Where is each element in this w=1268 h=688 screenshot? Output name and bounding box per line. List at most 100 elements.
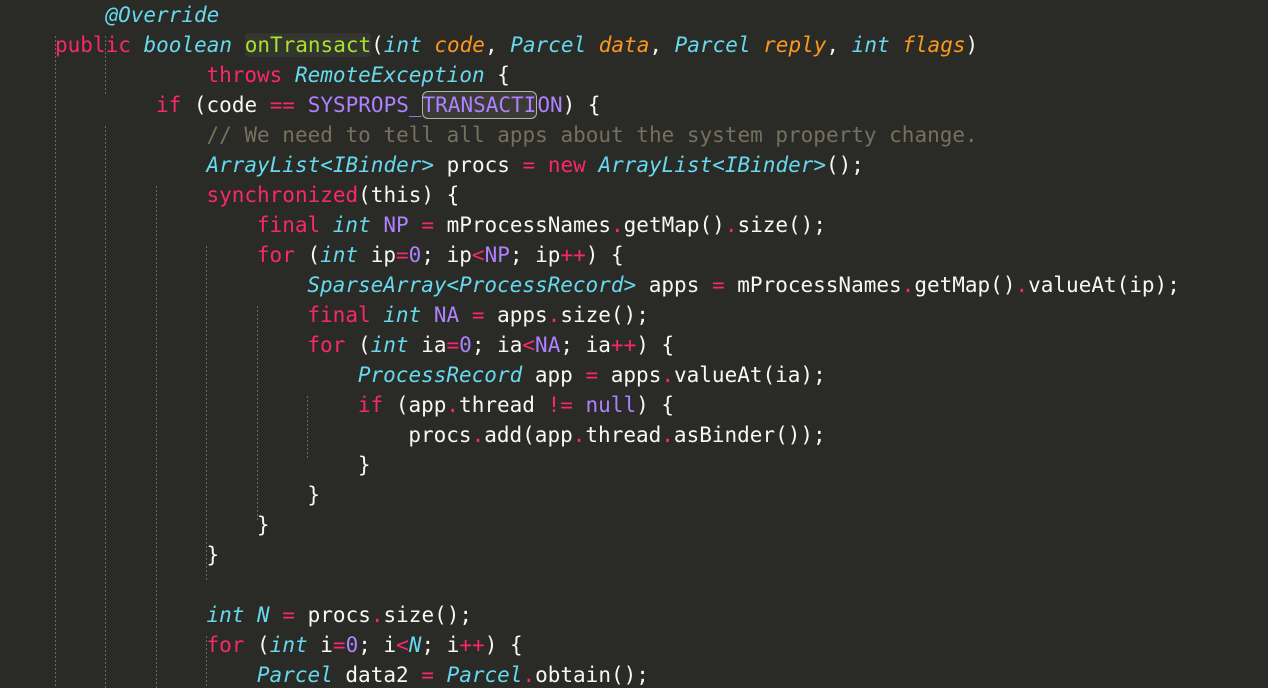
code-token: for	[307, 333, 346, 357]
code-token: =	[282, 603, 295, 627]
code-token: RemoteException	[294, 63, 485, 87]
code-line[interactable]: }	[0, 480, 1268, 510]
code-token: 0	[345, 633, 359, 657]
code-token: .	[1015, 273, 1029, 297]
code-token: procs	[408, 423, 472, 447]
code-token: size();	[737, 213, 826, 237]
code-token: apps	[636, 273, 712, 297]
code-line[interactable]: synchronized(this) {	[0, 180, 1268, 210]
code-token: public	[55, 33, 131, 57]
code-token: <	[471, 243, 485, 267]
code-token: int	[383, 33, 422, 57]
code-token: ; i	[358, 633, 397, 657]
highlighted-symbol[interactable]: onTransact	[244, 33, 372, 57]
code-line[interactable]: if (app.thread != null) {	[0, 390, 1268, 420]
code-token: Parcel	[446, 663, 523, 687]
code-token: ; ia	[560, 333, 611, 357]
code-line[interactable]: if (code == SYSPROPS_TRANSACTION) {	[0, 90, 1268, 120]
code-token: getMap()	[914, 273, 1016, 297]
code-token: ) {	[636, 333, 675, 357]
code-line[interactable]: procs.add(app.thread.asBinder());	[0, 420, 1268, 450]
code-line[interactable]: ArrayList<IBinder> procs = new ArrayList…	[0, 150, 1268, 180]
code-token: (	[294, 243, 321, 267]
code-token: ,	[649, 33, 675, 57]
code-token: 0	[408, 243, 422, 267]
code-token: {	[484, 63, 510, 87]
code-token: valueAt(ip);	[1028, 273, 1180, 297]
code-line[interactable]: for (int i=0; i<N; i++) {	[0, 630, 1268, 660]
code-token: ++	[560, 243, 586, 267]
code-token: =	[421, 663, 434, 687]
code-line[interactable]: final int NA = apps.size();	[0, 300, 1268, 330]
code-token: synchronized	[206, 183, 359, 207]
code-token: }	[357, 453, 371, 477]
code-line[interactable]	[0, 570, 1268, 600]
code-line[interactable]: }	[0, 540, 1268, 570]
code-token: mProcessNames	[724, 273, 902, 297]
code-line[interactable]: }	[0, 450, 1268, 480]
code-token: N	[408, 633, 422, 657]
code-line[interactable]: ProcessRecord app = apps.valueAt(ia);	[0, 360, 1268, 390]
code-line[interactable]: throws RemoteException {	[0, 60, 1268, 90]
code-token: apps	[484, 303, 548, 327]
code-token: ) {	[585, 243, 624, 267]
code-token: .	[446, 393, 460, 417]
code-token: ++	[459, 633, 485, 657]
code-token: =	[711, 273, 725, 297]
code-token: }	[256, 513, 270, 537]
code-token: NP	[383, 213, 409, 237]
code-line[interactable]: int N = procs.size();	[0, 600, 1268, 630]
code-token: =	[471, 303, 485, 327]
code-token: =	[396, 243, 409, 267]
selected-token[interactable]: TRANSACTI	[421, 91, 538, 119]
code-token: .	[522, 663, 536, 687]
code-token: code	[434, 33, 485, 57]
code-token: ,	[826, 33, 852, 57]
code-line[interactable]: final int NP = mProcessNames.getMap().si…	[0, 210, 1268, 240]
code-token: <	[522, 333, 536, 357]
code-token: )	[965, 33, 979, 57]
code-token: NA	[535, 333, 561, 357]
code-editor[interactable]: @Override public boolean onTransact(int c…	[0, 0, 1268, 688]
code-token: NP	[484, 243, 510, 267]
code-token: (app	[383, 393, 447, 417]
code-token: NA	[433, 303, 460, 327]
code-token: new	[547, 153, 586, 177]
code-line[interactable]: @Override	[0, 0, 1268, 30]
code-line[interactable]: // We need to tell all apps about the sy…	[0, 120, 1268, 150]
code-token: =	[332, 633, 346, 657]
code-token: ; ip	[509, 243, 561, 267]
code-token: getMap()	[623, 213, 725, 237]
code-line[interactable]: }	[0, 510, 1268, 540]
code-line[interactable]: SparseArray<ProcessRecord> apps = mProce…	[0, 270, 1268, 300]
code-token: =	[421, 213, 434, 237]
code-token: ++	[610, 333, 637, 357]
code-token: apps	[598, 363, 662, 387]
code-line[interactable]: for (int ip=0; ip<NP; ip++) {	[0, 240, 1268, 270]
code-token: (this) {	[358, 183, 460, 207]
code-line[interactable]: for (int ia=0; ia<NA; ia++) {	[0, 330, 1268, 360]
code-content[interactable]: @Override public boolean onTransact(int c…	[0, 0, 1268, 688]
code-token: int	[320, 243, 359, 267]
code-token: mProcessNames	[433, 213, 611, 237]
code-token: =	[585, 363, 599, 387]
code-line[interactable]: public boolean onTransact(int code, Parc…	[0, 30, 1268, 60]
code-token: .	[611, 213, 624, 237]
code-token: asBinder());	[673, 423, 826, 447]
code-token: i	[307, 633, 333, 657]
code-token: .	[547, 303, 561, 327]
code-token: int	[383, 303, 422, 327]
code-token: if	[155, 93, 182, 117]
code-token: .	[661, 363, 674, 387]
code-token: ia	[408, 333, 447, 357]
code-token: reply	[763, 33, 827, 57]
code-token: throws	[206, 63, 283, 87]
code-line[interactable]: Parcel data2 = Parcel.obtain();	[0, 660, 1268, 688]
code-token: obtain();	[535, 663, 649, 687]
code-token: size();	[560, 303, 649, 327]
